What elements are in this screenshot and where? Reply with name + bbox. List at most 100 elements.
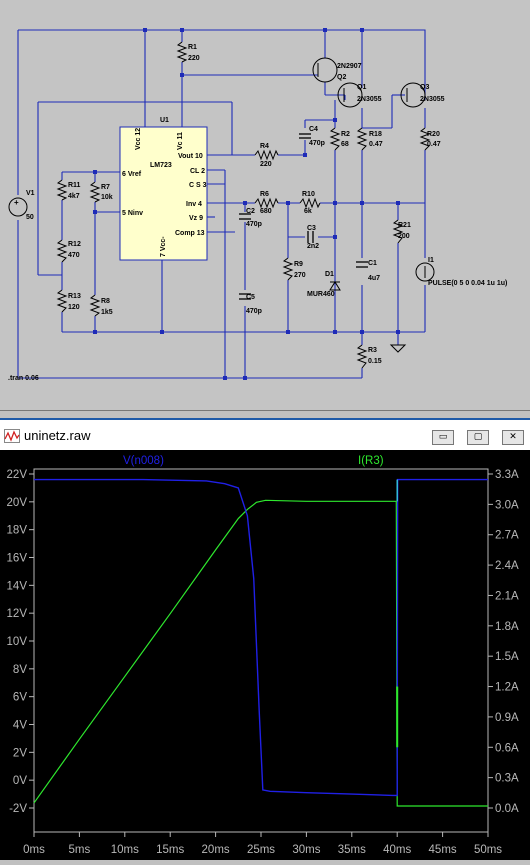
- r4-label: R4: [260, 143, 269, 150]
- y-left-axis-ticks: 22V 20V 18V 16V 14V 12V 10V 8V 6V 4V 2V 0V -2V: [7, 469, 34, 815]
- r3-value: 0.15: [368, 358, 382, 365]
- close-button[interactable]: ✕: [502, 430, 524, 445]
- r10-label: R10: [302, 191, 315, 198]
- pin-inv: Inv 4: [186, 201, 202, 208]
- r2-label: R2: [341, 131, 350, 138]
- q1-model: 2N3055: [357, 96, 382, 103]
- u1-model: LM723: [150, 162, 172, 169]
- r11-label: R11: [68, 182, 81, 189]
- pin-vout: Vout 10: [178, 153, 203, 160]
- d1-label: D1: [325, 271, 334, 278]
- y-right-tick-label: 3.3A: [495, 469, 519, 481]
- x-tick-label: 5ms: [69, 844, 91, 856]
- y-left-tick-label: -2V: [9, 803, 27, 815]
- v1-label: V1: [26, 190, 35, 197]
- series-label-i[interactable]: I(R3): [358, 455, 384, 467]
- r12-label: R12: [68, 241, 81, 248]
- waveform-plot[interactable]: 0ms 5ms 10ms 15ms 20ms 25ms 30ms 35ms 40ms 45ms 50…: [0, 450, 530, 860]
- r6-value: 680: [260, 208, 272, 215]
- y-left-tick-label: 10V: [7, 636, 28, 648]
- waveform-titlebar[interactable]: uninetz.raw ▭ ▢ ✕: [0, 420, 530, 450]
- y-left-tick-label: 18V: [7, 525, 28, 537]
- trace-v-n008: [34, 478, 488, 797]
- y-right-tick-label: 0.3A: [495, 773, 519, 785]
- schematic-canvas[interactable]: + U1 LM723 Vcc 12 Vc 11 Vout 10 CL 2 C S…: [0, 0, 530, 410]
- r8-value: 1k5: [101, 309, 113, 316]
- y-left-tick-label: 4V: [13, 720, 27, 732]
- y-right-tick-label: 0.0A: [495, 803, 519, 815]
- r7-label: R7: [101, 184, 110, 191]
- y-right-tick-label: 3.0A: [495, 499, 519, 511]
- r7-value: 10k: [101, 194, 113, 201]
- minimize-button[interactable]: ▭: [432, 430, 454, 445]
- pin-ninv: 5 Ninv: [122, 210, 143, 217]
- q1-label: Q1: [357, 84, 366, 91]
- i1-value: PULSE(0 5 0 0.04 1u 1u): [428, 280, 507, 287]
- ground-symbol: [389, 344, 407, 353]
- y-left-tick-label: 0V: [13, 775, 27, 787]
- i1-label: I1: [428, 257, 434, 264]
- c4-label: C4: [309, 126, 318, 133]
- waveform-viewer-window[interactable]: uninetz.raw ▭ ▢ ✕ 0ms 5ms 10ms 15ms 20ms 25ms…: [0, 418, 530, 860]
- waveform-icon: [4, 429, 20, 443]
- x-axis-ticks: 0ms 5ms 10ms 15ms 20ms 25ms 30ms 35ms 40ms 45ms 50…: [23, 832, 502, 856]
- y-right-tick-label: 2.4A: [495, 560, 519, 572]
- x-tick-label: 45ms: [429, 844, 457, 856]
- c3-label: C3: [307, 225, 316, 232]
- tran-directive[interactable]: .tran 0.06: [8, 375, 39, 382]
- pin-cs: C S 3: [189, 182, 207, 189]
- y-right-tick-label: 0.6A: [495, 742, 519, 754]
- y-right-tick-label: 1.8A: [495, 621, 519, 633]
- pin-vz: Vz 9: [189, 215, 203, 222]
- r12-value: 470: [68, 252, 80, 259]
- x-tick-label: 25ms: [247, 844, 275, 856]
- y-left-tick-label: 6V: [13, 692, 27, 704]
- y-left-tick-label: 12V: [7, 608, 28, 620]
- y-left-tick-label: 14V: [7, 580, 28, 592]
- y-left-tick-label: 8V: [13, 664, 27, 676]
- y-right-tick-label: 2.7A: [495, 530, 519, 542]
- r11-value: 4k7: [68, 193, 80, 200]
- y-right-tick-label: 2.1A: [495, 590, 519, 602]
- x-tick-label: 40ms: [383, 844, 411, 856]
- r9-value: 270: [294, 272, 306, 279]
- r20-value: 0.47: [427, 141, 441, 148]
- svg-text:+: +: [14, 198, 19, 207]
- i1-source-symbol: [415, 262, 435, 282]
- r13-label: R13: [68, 293, 81, 300]
- x-tick-label: 10ms: [111, 844, 139, 856]
- y-left-tick-label: 20V: [7, 497, 28, 509]
- r8-label: R8: [101, 298, 110, 305]
- window-title: uninetz.raw: [24, 428, 91, 443]
- pin-vref: 6 Vref: [122, 171, 142, 178]
- d1-value: MUR460: [307, 291, 335, 298]
- u1-ref: U1: [160, 117, 169, 124]
- restore-button[interactable]: ▢: [467, 430, 489, 445]
- r3-label: R3: [368, 347, 377, 354]
- series-label-v[interactable]: V(n008): [123, 455, 164, 467]
- r1-value: 220: [188, 55, 200, 62]
- c3-value: 2n2: [307, 243, 319, 250]
- pin-comp: Comp 13: [175, 230, 205, 237]
- y-left-tick-label: 22V: [7, 469, 28, 481]
- plot-frame: [33, 468, 489, 833]
- waveform-traces: [33, 478, 488, 807]
- v1-source-symbol: +: [8, 197, 28, 217]
- x-tick-label: 20ms: [202, 844, 230, 856]
- x-tick-label: 15ms: [156, 844, 184, 856]
- r13-value: 120: [68, 304, 80, 311]
- r6-label: R6: [260, 191, 269, 198]
- x-tick-label: 0ms: [23, 844, 45, 856]
- x-tick-label: 50ms: [474, 844, 502, 856]
- c5-value: 470p: [246, 308, 262, 315]
- schematic-editor[interactable]: + U1 LM723 Vcc 12 Vc 11 Vout 10 CL 2 C S…: [0, 0, 530, 411]
- q2-model: 2N2907: [337, 63, 362, 70]
- r9-label: R9: [294, 261, 303, 268]
- r2-value: 68: [341, 141, 349, 148]
- y-left-tick-label: 2V: [13, 747, 27, 759]
- r20-label: R20: [427, 131, 440, 138]
- y-right-tick-label: 0.9A: [495, 712, 519, 724]
- r18-label: R18: [369, 131, 382, 138]
- waveform-plot-svg[interactable]: 0ms 5ms 10ms 15ms 20ms 25ms 30ms 35ms 40ms 45ms 50…: [0, 450, 530, 860]
- pin-vc: Vc 11: [177, 132, 184, 150]
